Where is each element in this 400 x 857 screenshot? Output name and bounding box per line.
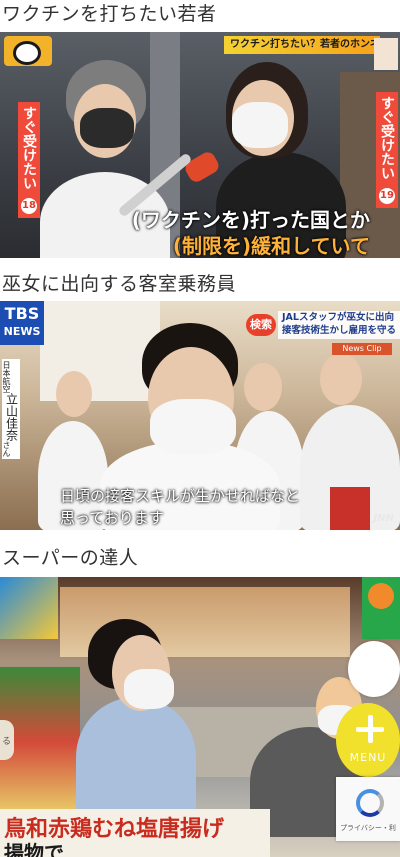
left-caption: すぐ受けたい 18 [18,102,40,218]
article-heading-miko[interactable]: 巫女に出向する客室乗務員 [2,272,236,296]
corner-thumbnail [374,38,398,70]
logo-bottom: NEWS [3,325,41,338]
search-tag-bar: 検索 JALスタッフが巫女に出向 接客技術生かし雇用を守る [246,311,400,339]
tbs-news-logo: TBS NEWS [0,301,44,345]
tag-line-1: JALスタッフが巫女に出向 [282,312,394,323]
plus-icon [356,715,384,743]
news-clip-label: News Clip [332,343,392,355]
tag-text: JALスタッフが巫女に出向 接客技術生かし雇用を守る [278,311,400,339]
right-age: 19 [379,188,395,204]
product-band-line-2: 揚物で [4,841,64,857]
flag-decoration [0,577,58,639]
floating-circle-button[interactable] [348,641,400,697]
top-band: ワクチン打ちたい？若者のホンネ [224,36,380,54]
subtitle-line-2: (制限を)緩和していて [172,234,370,258]
video-thumbnail-miko[interactable]: TBS NEWS 日本航空 立山佳奈 さん 検索 JALスタッフが巫女に出向 接… [0,301,400,530]
woman-body [76,697,196,817]
person-name: 立山佳奈 [4,393,19,441]
recaptcha-text: プライバシー・利 [340,824,396,832]
left-caption-text: すぐ受けたい [21,106,37,190]
subtitle-line-2: 思っております [60,509,164,527]
product-band: 鳥和赤鶏むね塩唐揚げ 揚物で [0,809,270,857]
recaptcha-icon [356,789,384,817]
side-tab[interactable]: る [0,720,14,760]
channel-logo [4,36,52,66]
subtitle-line-1: 日頃の接客スキルが生かせればなと [60,487,301,505]
tag-line-2: 接客技術生かし雇用を守る [282,325,397,336]
right-caption: すぐ受けたい 19 [376,92,398,208]
logo-top: TBS [4,304,40,323]
clover-logo [362,577,400,639]
left-age: 18 [21,198,37,214]
name-suffix: さん [2,441,11,457]
jnn-watermark: JNN [373,513,394,524]
article-heading-supermarket[interactable]: スーパーの達人 [2,546,138,570]
article-heading-vaccine[interactable]: ワクチンを打ちたい若者 [2,2,217,26]
person-left-mask [80,108,134,148]
name-caption: 日本航空 立山佳奈 さん [2,359,20,459]
miko-far-right-face [320,353,362,405]
miko-right-face [244,363,282,411]
main-person-mask [150,399,236,455]
right-caption-text: すぐ受けたい [379,96,395,180]
recaptcha-badge[interactable]: プライバシー・利 [336,777,400,841]
search-tag: 検索 [246,314,276,336]
menu-button[interactable]: MENU [336,703,400,777]
video-thumbnail-vaccine[interactable]: ワクチン打ちたい？若者のホンネ すぐ受けたい 18 すぐ受けたい 19 (ワクチ… [0,32,400,258]
woman-mask [124,669,174,709]
menu-label: MENU [349,751,387,764]
hakama-red [330,487,370,530]
side-tab-label: る [2,737,12,747]
name-org: 日本航空 [2,361,11,393]
person-right-mask [232,102,288,148]
subtitle-line-1: (ワクチンを)打った国とか [131,208,370,232]
miko-left-face [56,371,92,417]
